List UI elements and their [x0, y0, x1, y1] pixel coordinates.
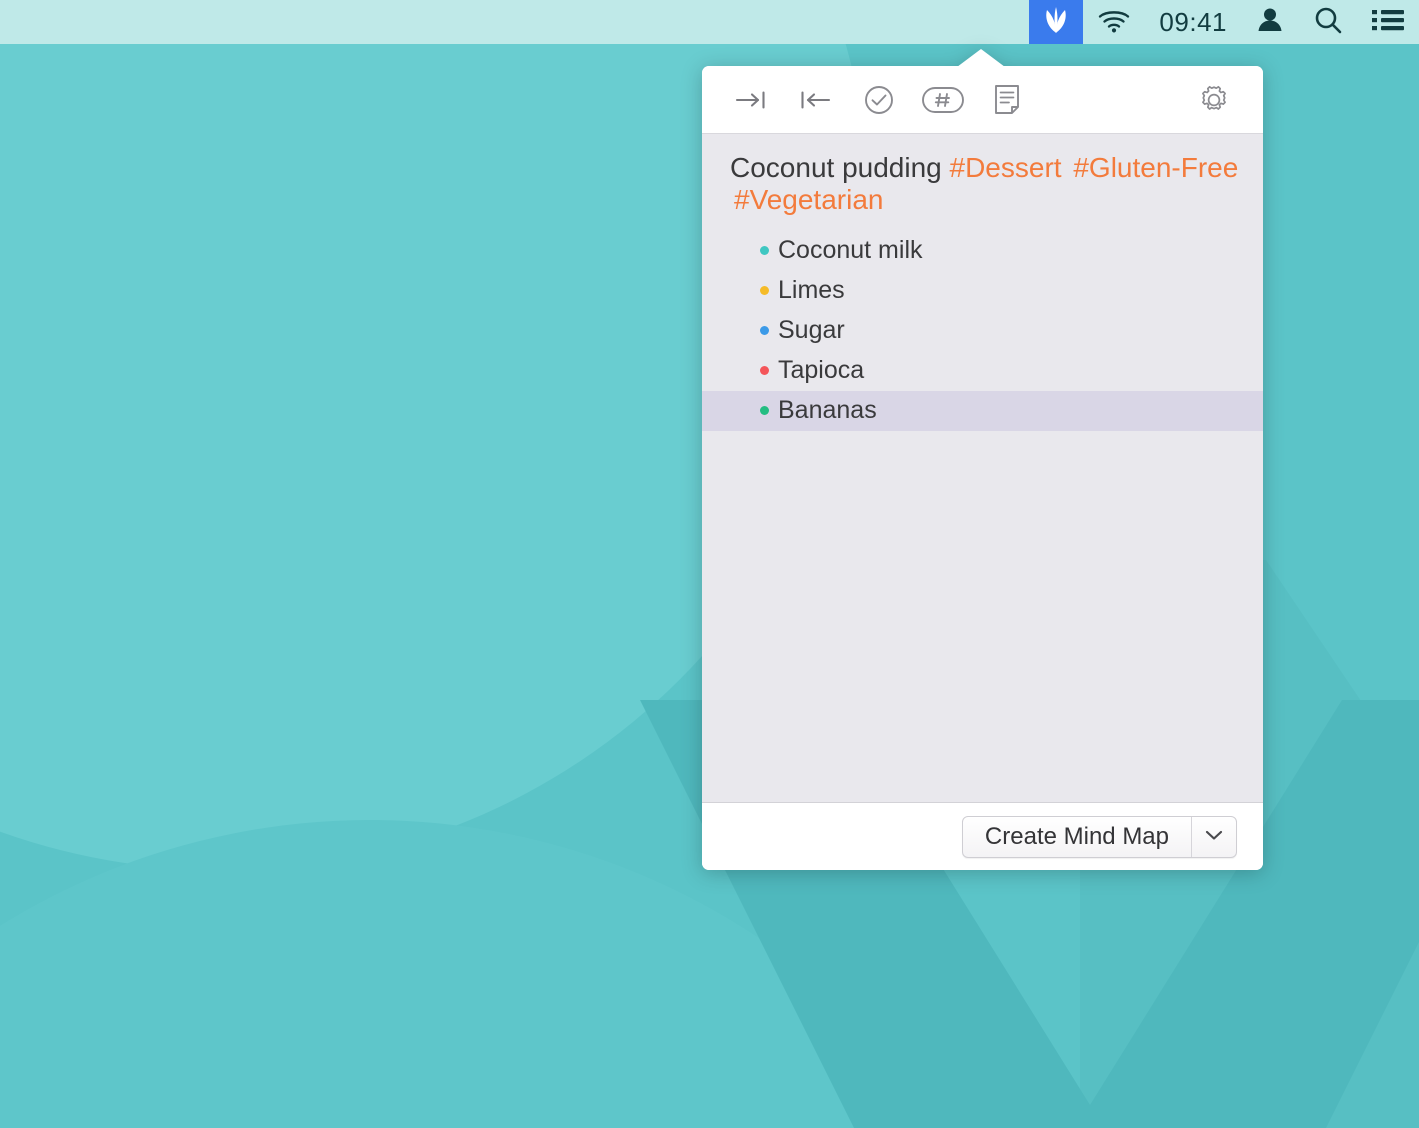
node-row[interactable]: Sugar: [702, 311, 1263, 351]
wifi-icon: [1097, 7, 1131, 38]
document-title[interactable]: Coconut pudding #Dessert #Gluten-Free #V…: [702, 152, 1263, 217]
search-icon: [1313, 5, 1343, 40]
node-row[interactable]: Tapioca: [702, 351, 1263, 391]
note-icon: [993, 84, 1021, 116]
node-row[interactable]: Limes: [702, 271, 1263, 311]
menubar-search[interactable]: [1299, 0, 1357, 44]
leaf-logo-icon: [1043, 6, 1069, 39]
outdent-button[interactable]: [792, 77, 838, 123]
desktop: 09:41: [0, 0, 1419, 1128]
list-icon: [1371, 7, 1405, 38]
node-bullet-icon: [760, 326, 769, 335]
document-title-text: Coconut pudding: [730, 152, 942, 183]
node-bullet-icon: [760, 246, 769, 255]
settings-button[interactable]: [1191, 77, 1237, 123]
document-tag[interactable]: #Gluten-Free: [1073, 152, 1238, 183]
create-mind-map-split-button: Create Mind Map: [962, 816, 1237, 858]
node-label: Limes: [778, 278, 845, 303]
menubar-app-icon[interactable]: [1029, 0, 1083, 44]
create-mind-map-button[interactable]: Create Mind Map: [963, 817, 1191, 857]
node-label: Sugar: [778, 318, 845, 343]
node-row[interactable]: Coconut milk: [702, 231, 1263, 271]
indent-button[interactable]: [728, 77, 774, 123]
menubar-clock[interactable]: 09:41: [1145, 0, 1241, 44]
node-list: Coconut milk Limes Sugar Tapioca: [702, 231, 1263, 431]
node-bullet-icon: [760, 406, 769, 415]
node-row-selected[interactable]: Bananas: [702, 391, 1263, 431]
tag-button[interactable]: [920, 77, 966, 123]
create-mind-map-dropdown-button[interactable]: [1192, 817, 1236, 857]
menu-bar: 09:41: [0, 0, 1419, 44]
popover-arrow: [957, 49, 1005, 67]
task-button[interactable]: [856, 77, 902, 123]
menubar-wifi[interactable]: [1083, 0, 1145, 44]
indent-right-icon: [734, 88, 768, 112]
popover-panel: Coconut pudding #Dessert #Gluten-Free #V…: [702, 66, 1263, 870]
menubar-user[interactable]: [1241, 0, 1299, 44]
popover-body: Coconut pudding #Dessert #Gluten-Free #V…: [702, 66, 1263, 870]
person-icon: [1255, 5, 1285, 40]
outdent-left-icon: [798, 88, 832, 112]
document-tag[interactable]: #Dessert: [950, 152, 1062, 183]
popover-toolbar: [702, 66, 1263, 134]
chevron-down-icon: [1205, 828, 1223, 846]
gear-icon: [1198, 84, 1230, 116]
document-tag[interactable]: #Vegetarian: [734, 184, 883, 215]
node-bullet-icon: [760, 366, 769, 375]
menubar-control-center[interactable]: [1357, 0, 1419, 44]
hashtag-pill-icon: [921, 84, 965, 116]
popover-content: Coconut pudding #Dessert #Gluten-Free #V…: [702, 134, 1263, 802]
check-circle-icon: [863, 84, 895, 116]
node-bullet-icon: [760, 286, 769, 295]
node-label: Bananas: [778, 398, 877, 423]
node-label: Coconut milk: [778, 238, 923, 263]
popover-footer: Create Mind Map: [702, 802, 1263, 870]
node-label: Tapioca: [778, 358, 864, 383]
note-button[interactable]: [984, 77, 1030, 123]
